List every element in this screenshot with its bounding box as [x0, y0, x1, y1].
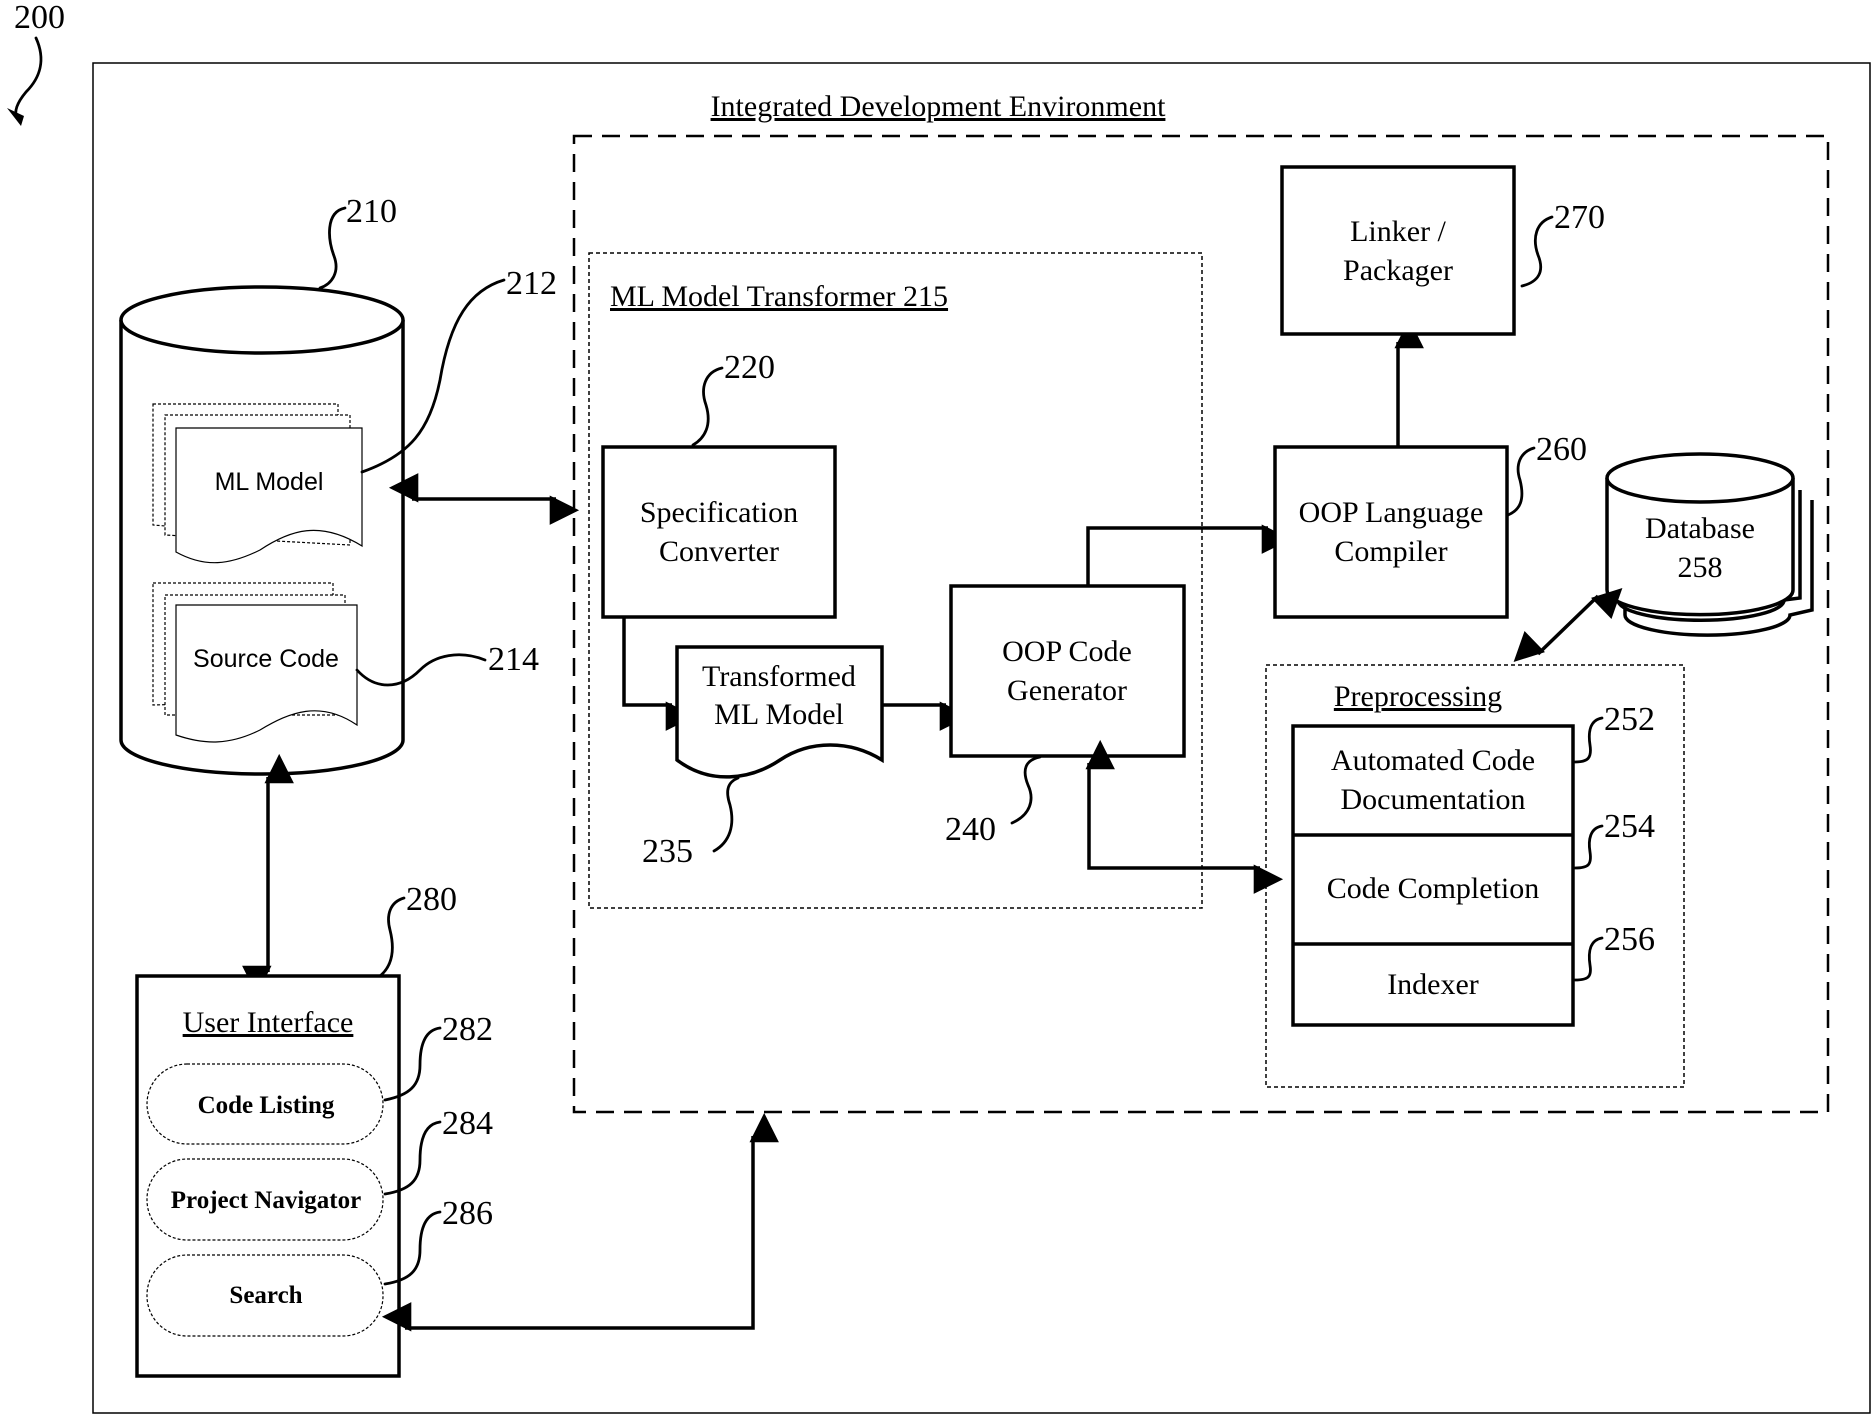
transformed-model-ref-label: 235 — [642, 833, 693, 870]
ml-model-ref-label: 212 — [506, 265, 557, 302]
compiler-line2: Compiler — [1334, 535, 1447, 568]
database-preprocessing-arrow — [1513, 587, 1623, 663]
generator-preprocessing-arrow — [1085, 739, 1284, 894]
search-ref-label: 286 — [442, 1195, 493, 1232]
database-line2: 258 — [1678, 551, 1723, 584]
spec-to-transformed-arrow — [622, 617, 696, 731]
code-generator-line1: OOP Code — [1002, 635, 1132, 668]
source-code-ref-label: 214 — [488, 641, 539, 678]
spec-converter-line1: Specification — [640, 496, 798, 529]
documentation-line1: Automated Code — [1331, 744, 1535, 777]
documentation-ref-label: 252 — [1604, 701, 1655, 738]
transformer-title: ML Model Transformer 215 — [610, 280, 948, 313]
spec-converter-ref-leader — [691, 366, 724, 447]
spec-converter-line2: Converter — [659, 535, 779, 568]
ml-model-label: ML Model — [215, 468, 324, 496]
figure-ref-label: 200 — [14, 0, 65, 36]
linker-box[interactable] — [1280, 165, 1516, 336]
documentation-ref-leader — [1573, 716, 1604, 764]
code-listing-ref-label: 282 — [442, 1011, 493, 1048]
code-generator-box[interactable] — [949, 584, 1186, 758]
code-generator-line2: Generator — [1007, 674, 1127, 707]
spec-converter-ref-label: 220 — [724, 349, 775, 386]
code-completion-label: Code Completion — [1327, 872, 1540, 905]
linker-ref-leader — [1520, 215, 1554, 288]
project-navigator-ref-label: 284 — [442, 1105, 493, 1142]
preprocessing-title: Preprocessing — [1334, 680, 1502, 713]
linker-line2: Packager — [1343, 254, 1453, 287]
linker-line1: Linker / — [1350, 215, 1446, 248]
code-completion-ref-label: 254 — [1604, 808, 1655, 845]
storage-ref-label: 210 — [346, 193, 397, 230]
ui-code-listing-label: Code Listing — [198, 1092, 335, 1119]
ui-project-navigator-label: Project Navigator — [171, 1187, 361, 1214]
transformed-model-ref-leader — [712, 776, 740, 853]
compiler-line1: OOP Language — [1299, 496, 1484, 529]
user-interface-ref-label: 280 — [406, 881, 457, 918]
user-interface-title: User Interface — [183, 1006, 354, 1039]
diagram-canvas: 200 Integrated Development Environment 2… — [7, 0, 1871, 1414]
indexer-ref-leader — [1573, 936, 1604, 982]
indexer-ref-label: 256 — [1604, 921, 1655, 958]
ui-search-label: Search — [229, 1282, 302, 1309]
ui-ide-arrow — [381, 1112, 779, 1332]
compiler-ref-leader — [1506, 446, 1536, 517]
compiler-box[interactable] — [1273, 445, 1509, 619]
spec-converter-box[interactable] — [601, 445, 837, 619]
user-interface-ref-leader — [378, 896, 406, 978]
source-code-label: Source Code — [193, 645, 339, 673]
documentation-line2: Documentation — [1341, 783, 1526, 816]
compiler-ref-label: 260 — [1536, 431, 1587, 468]
transformed-model-line1: Transformed — [702, 660, 856, 693]
database-line1: Database — [1645, 512, 1755, 545]
code-generator-ref-leader — [1010, 755, 1042, 825]
generator-to-compiler-arrow — [1086, 524, 1292, 586]
storage-ref-leader — [318, 206, 347, 290]
transformed-model-line2: ML Model — [714, 698, 844, 731]
linker-ref-label: 270 — [1554, 199, 1605, 236]
code-generator-ref-label: 240 — [945, 811, 996, 848]
indexer-label: Indexer — [1387, 968, 1479, 1001]
figure-ref-leader — [14, 36, 43, 120]
code-completion-ref-leader — [1573, 824, 1604, 870]
ide-title: Integrated Development Environment — [711, 90, 1167, 123]
